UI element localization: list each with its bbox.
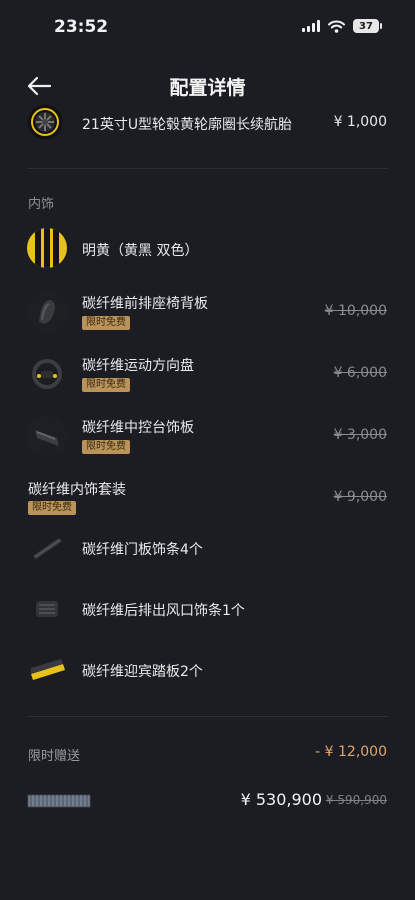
interior-color-name: 明黄（黄黑 双色） [82, 243, 199, 259]
interior-section-label: 内饰 [28, 197, 55, 212]
gift-amount: - ¥ 12,000 [315, 744, 387, 760]
free-badge: 限时免费 [28, 501, 76, 515]
package-item-name: 碳纤维门板饰条4个 [82, 542, 203, 558]
original-price: ¥ 10,000 [324, 303, 387, 319]
package-original-price: ¥ 9,000 [333, 489, 387, 505]
gift-label: 限时赠送 [28, 749, 81, 764]
interior-package-row: 碳纤维内饰套装 限时免费 ¥ 9,000 [0, 478, 415, 518]
wheel-option-row: 21英寸U型轮毂黄轮廓圈长续航胎 ¥ 1,000 [0, 104, 415, 144]
package-item-row: 碳纤维门板饰条4个 [0, 528, 415, 570]
seat-back-thumbnail [27, 292, 67, 332]
wheel-option-name: 21英寸U型轮毂黄轮廓圈长续航胎 [82, 117, 293, 133]
interior-color-row: 明黄（黄黑 双色） [0, 228, 415, 270]
interior-item-name: 碳纤维运动方向盘 [82, 358, 194, 374]
status-time: 23:52 [54, 17, 109, 37]
wheel-thumbnail [27, 104, 63, 140]
interior-item-row: 碳纤维中控台饰板 限时免费 ¥ 3,000 [0, 414, 415, 460]
cellular-signal-icon [302, 20, 320, 32]
brand-logo [28, 795, 90, 807]
interior-item-name: 碳纤维中控台饰板 [82, 420, 194, 436]
color-swatch-yellow-black [27, 228, 67, 268]
total-original-price: ¥ 590,900 [325, 793, 387, 807]
status-icons: 37 [302, 19, 382, 33]
divider [27, 716, 388, 717]
gift-row: 限时赠送 - ¥ 12,000 [0, 743, 415, 765]
package-item-row: 碳纤维后排出风口饰条1个 [0, 589, 415, 631]
page-title: 配置详情 [169, 77, 246, 99]
package-item-name: 碳纤维迎宾踏板2个 [82, 664, 203, 680]
interior-item-row: 碳纤维前排座椅背板 限时免费 ¥ 10,000 [0, 290, 415, 336]
wifi-icon [328, 20, 345, 33]
total-row: ¥ 530,900 ¥ 590,900 [0, 785, 415, 817]
battery-icon: 37 [353, 19, 382, 33]
divider [27, 168, 388, 169]
free-badge: 限时免费 [82, 440, 130, 454]
center-console-thumbnail [27, 416, 67, 456]
rear-vent-trim-thumbnail [27, 589, 67, 629]
wheel-option-price: ¥ 1,000 [333, 114, 387, 130]
package-item-name: 碳纤维后排出风口饰条1个 [82, 603, 245, 619]
original-price: ¥ 3,000 [333, 427, 387, 443]
free-badge: 限时免费 [82, 378, 130, 392]
package-name: 碳纤维内饰套装 [28, 482, 126, 498]
steering-wheel-thumbnail [27, 354, 67, 394]
header: 配置详情 [0, 64, 415, 108]
package-item-row: 碳纤维迎宾踏板2个 [0, 650, 415, 692]
free-badge: 限时免费 [82, 316, 130, 330]
battery-level: 37 [359, 20, 373, 32]
original-price: ¥ 6,000 [333, 365, 387, 381]
interior-item-row: 碳纤维运动方向盘 限时免费 ¥ 6,000 [0, 352, 415, 398]
total-price: ¥ 530,900 [240, 790, 322, 809]
door-trim-thumbnail [27, 528, 67, 568]
status-bar: 23:52 37 [0, 0, 415, 56]
door-sill-thumbnail [27, 650, 67, 690]
interior-item-name: 碳纤维前排座椅背板 [82, 296, 208, 312]
